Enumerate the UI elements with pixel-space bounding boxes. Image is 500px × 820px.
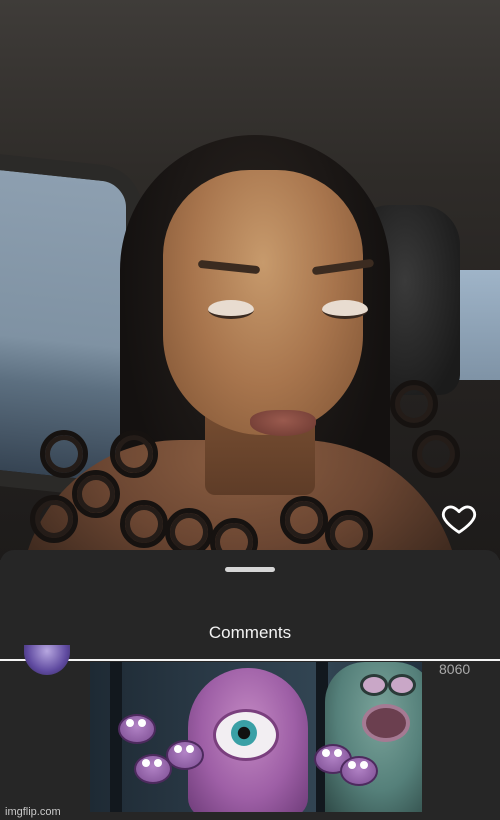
- braid-coil: [412, 430, 460, 478]
- comment-row: 8060 imgflip.com: [0, 645, 500, 820]
- avatar[interactable]: [24, 645, 70, 675]
- braid-coil: [165, 508, 213, 556]
- right-eye: [322, 300, 368, 319]
- like-count: 8060: [439, 661, 471, 677]
- image-watermark: imgflip.com: [5, 806, 61, 818]
- heart-outline-icon[interactable]: [440, 499, 478, 537]
- snake-head: [166, 740, 204, 770]
- green-monster-mouth: [362, 704, 410, 742]
- left-eye: [208, 300, 254, 319]
- braid-coil: [280, 496, 328, 544]
- monster-iris: [231, 720, 257, 746]
- snake-head: [340, 756, 378, 786]
- green-monster-eye: [388, 674, 416, 696]
- comments-title: Comments: [208, 623, 292, 642]
- green-monster-eye: [360, 674, 388, 696]
- braid-coil: [120, 500, 168, 548]
- drag-handle[interactable]: [225, 567, 275, 572]
- comments-sheet: Comments: [0, 550, 500, 658]
- braid-coil: [110, 430, 158, 478]
- lips: [250, 410, 316, 436]
- comment-image[interactable]: [90, 662, 422, 812]
- braid-coil: [390, 380, 438, 428]
- snake-head: [118, 714, 156, 744]
- post-photo[interactable]: [0, 0, 500, 560]
- braid-coil: [30, 495, 78, 543]
- braid-coil: [72, 470, 120, 518]
- braid-coil: [40, 430, 88, 478]
